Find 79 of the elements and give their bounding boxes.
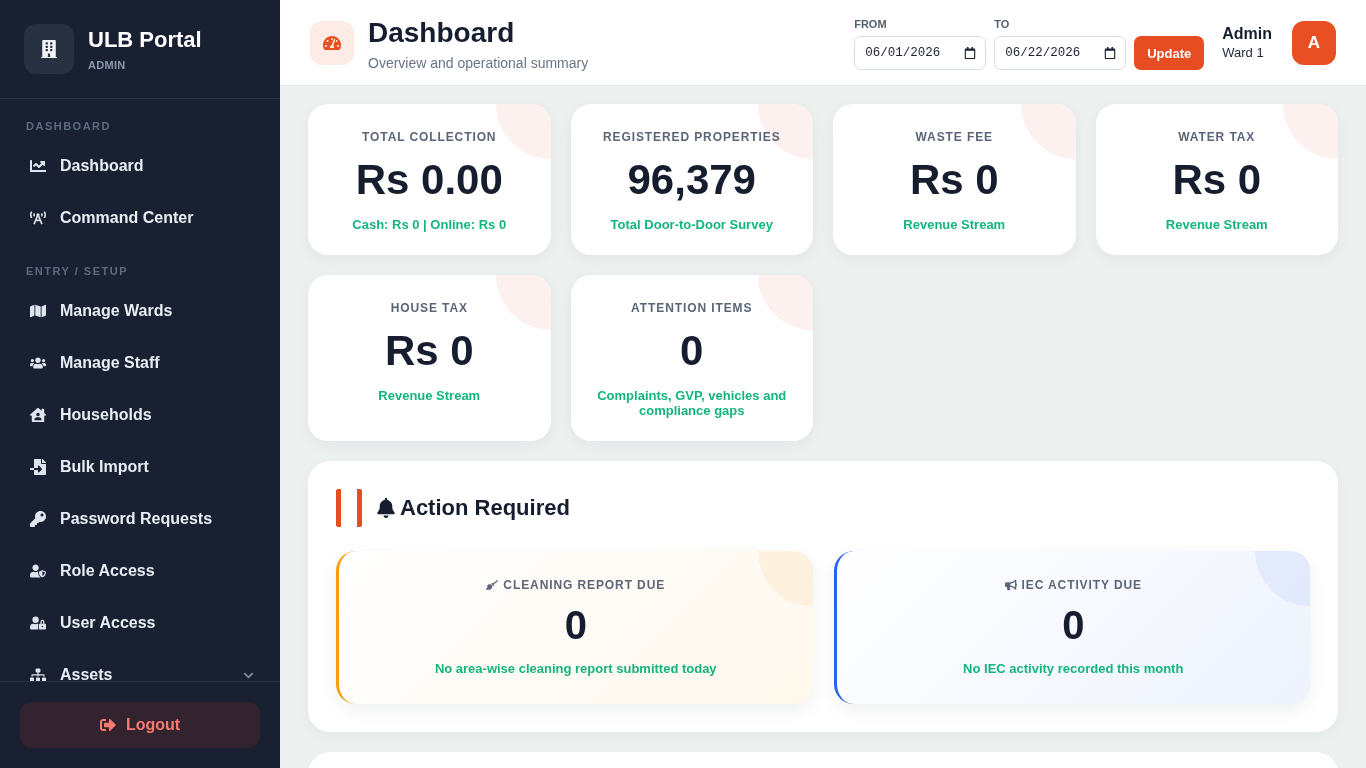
action-value: 0 [1062,602,1085,648]
map-icon [28,303,48,319]
sidebar-item-label: Assets [60,666,114,681]
action-value: 0 [564,602,587,648]
stat-value: Rs 0 [384,327,474,375]
panel-title: Action Required [400,495,570,521]
sidebar-item-label: Dashboard [60,157,145,175]
sidebar-item[interactable]: Manage Wards [0,285,280,337]
building-icon [24,24,74,74]
gauge-icon [310,20,354,65]
action-note: No area-wise cleaning report submitted today [434,661,717,676]
brand-subtitle: ADMIN [88,59,127,71]
bell-icon [376,498,396,518]
stat-note: Revenue Stream [378,388,481,403]
date-field[interactable]: 06/22/2026 [994,36,1127,70]
stat-label: WATER TAX [1178,129,1256,145]
stat-label: HOUSE TAX [390,300,468,316]
sidebar-item-label: User Access [60,614,157,632]
update-button[interactable]: Update [1134,36,1205,70]
calendar-icon[interactable] [1104,47,1117,59]
file-import-icon [28,459,48,475]
stat-label: ATTENTION ITEMS [631,300,753,316]
sidebar-item[interactable]: Role Access [0,545,280,597]
brand-title: ULB Portal [88,27,202,53]
sidebar-item[interactable]: Households [0,389,280,441]
date-label: TO [994,17,1011,31]
sidebar-item[interactable]: Bulk Import [0,441,280,493]
sidebar-section-heading: ENTRY / SETUP [25,264,130,279]
stat-label: TOTAL COLLECTION [362,129,497,145]
sidebar-item-label: Manage Staff [60,354,161,372]
user-name: Admin [1222,25,1272,43]
stat-note: Revenue Stream [1165,217,1268,232]
sidebar-item[interactable]: Assets [0,649,280,681]
sidebar-section-heading: DASHBOARD [25,119,112,134]
broom-icon [486,579,499,591]
sidebar-item-label: Bulk Import [60,458,150,476]
date-field[interactable]: 06/01/2026 [854,36,987,70]
stat-value: Rs 0 [1172,156,1262,204]
stat-note: Revenue Stream [903,217,1006,232]
sidebar-item-label: Households [60,406,153,424]
calendar-icon[interactable] [964,47,977,59]
megaphone-icon [1004,579,1017,591]
stat-value: Rs 0.00 [355,156,503,204]
stat-value: Rs 0 [909,156,999,204]
sidebar-item-label: Manage Wards [60,302,174,320]
accent-bars [336,489,362,527]
user-lock-icon [28,615,48,631]
action-label: IEC ACTIVITY DUE [1021,577,1142,593]
stat-value: 0 [680,327,704,375]
antenna-icon [28,210,48,226]
sidebar-item-label: Role Access [60,562,156,580]
logout-button[interactable]: Logout [20,702,260,748]
stat-note: Complaints, GVP, vehicles and compliance gaps [596,388,788,418]
page-title: Dashboard [368,16,516,49]
sidebar-item[interactable]: Password Requests [0,493,280,545]
stat-note: Total Door-to-Door Survey [610,217,773,232]
user-shield-icon [28,563,48,579]
sidebar-item[interactable]: Manage Staff [0,337,280,389]
sidebar-item[interactable]: Dashboard [0,140,280,192]
key-icon [28,511,48,527]
sidebar-item[interactable]: User Access [0,597,280,649]
stat-value: 96,379 [627,156,756,204]
sidebar-item-label: Password Requests [60,510,214,528]
page-subtitle: Overview and operational summary [368,54,589,71]
stat-note: Cash: Rs 0 | Online: Rs 0 [352,217,507,232]
stat-label: WASTE FEE [915,129,993,145]
user-avatar[interactable]: A [1292,20,1336,65]
date-label: FROM [854,17,888,31]
sign-out-icon [99,717,116,733]
action-label: CLEANING REPORT DUE [503,577,666,593]
chart-line-icon [28,158,48,174]
action-note: No IEC activity recorded this month [963,661,1184,676]
users-icon [28,355,48,371]
sidebar-item-label: Command Center [60,209,195,227]
sidebar-item[interactable]: Command Center [0,192,280,244]
house-user-icon [28,407,48,423]
stat-label: REGISTERED PROPERTIES [602,129,781,145]
user-ward: Ward 1 [1222,45,1265,60]
sitemap-icon [28,667,48,681]
